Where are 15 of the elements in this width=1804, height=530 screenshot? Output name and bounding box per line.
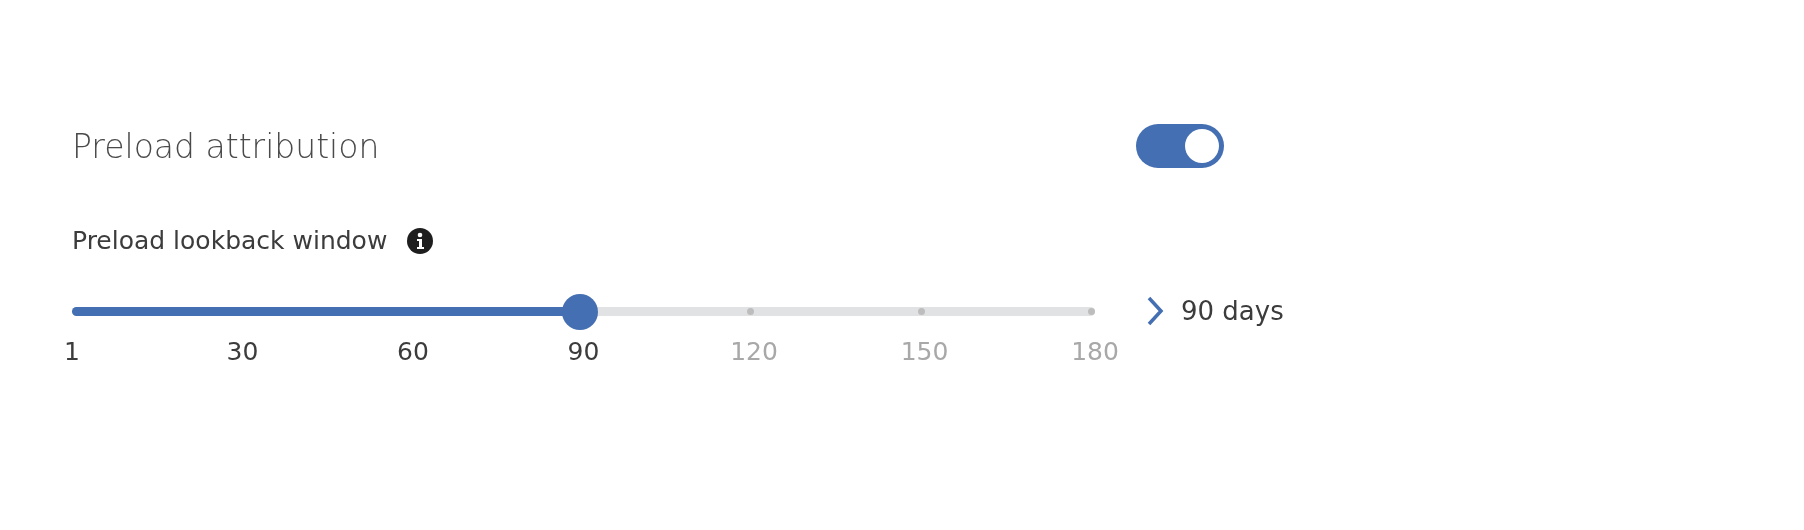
slider-thumb[interactable] — [562, 294, 599, 330]
toggle-switch[interactable] — [1136, 124, 1224, 168]
setting-title: Preload attribution — [72, 126, 380, 166]
tick-label: 60 — [397, 337, 429, 366]
tick-label: 180 — [1071, 337, 1119, 366]
tick-label: 30 — [226, 337, 259, 366]
tick-label: 1 — [64, 337, 80, 366]
info-icon[interactable] — [407, 227, 434, 254]
tick-label: 150 — [900, 337, 949, 366]
tick-label: 120 — [730, 337, 778, 366]
slider-value: 90 days — [1181, 296, 1284, 326]
chevron-right-icon[interactable] — [1145, 295, 1165, 327]
slider-track[interactable] — [72, 293, 1095, 329]
slider-label: Preload lookback window — [72, 226, 388, 255]
tick-label: 90 — [567, 337, 600, 366]
